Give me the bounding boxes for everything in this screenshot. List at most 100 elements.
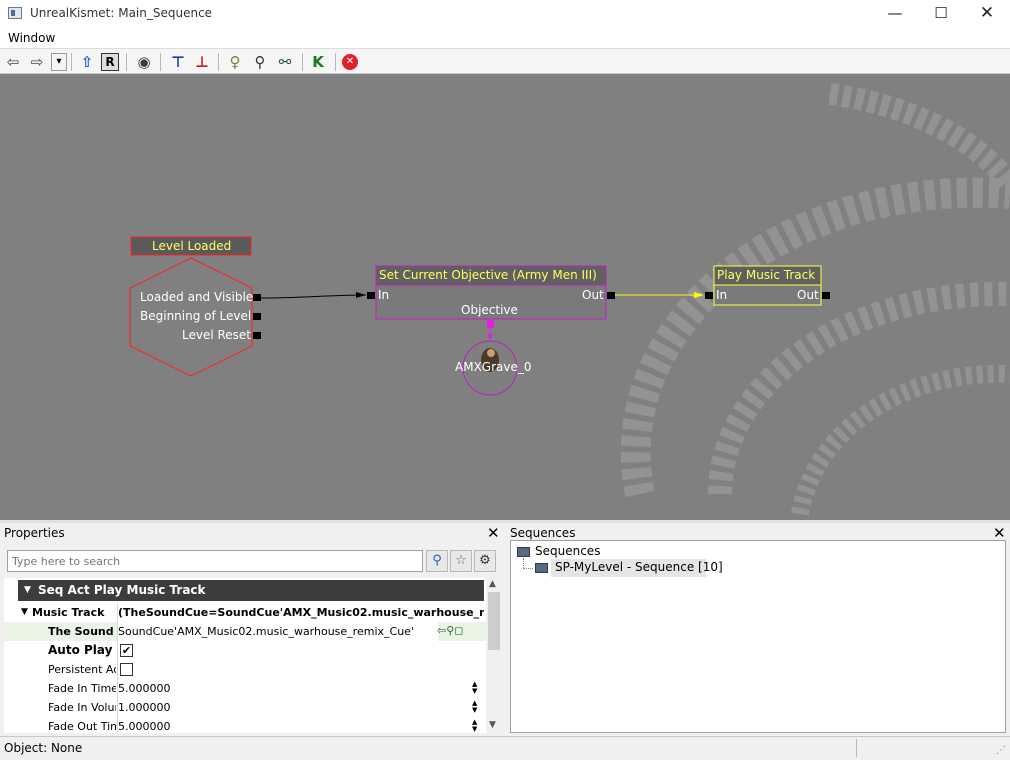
scroll-thumb[interactable] — [488, 592, 500, 650]
window-title: UnrealKismet: Main_Sequence — [30, 6, 213, 20]
actor-thumbnail-head — [487, 349, 495, 357]
toolbar-separator — [335, 53, 336, 71]
column-divider[interactable] — [117, 603, 118, 733]
stop-icon[interactable]: ✕ — [342, 54, 358, 70]
property-label: Persistent Acr — [48, 663, 116, 676]
property-value: (TheSoundCue=SoundCue'AMX_Music02.music_… — [118, 606, 484, 619]
sequence-icon — [535, 563, 548, 573]
status-divider — [856, 739, 857, 757]
toolbar-separator — [302, 53, 303, 71]
property-row[interactable]: Fade In Volum 1.000000 ▲▼ — [4, 698, 486, 717]
zoom-icon[interactable]: ⚲ — [250, 52, 270, 72]
event-title: Level Loaded — [152, 239, 232, 253]
output-connector[interactable] — [607, 292, 615, 299]
lightbulb-icon[interactable]: ♀ — [225, 52, 245, 72]
event-output-label: Loaded and Visible — [140, 290, 254, 304]
sequence-tree: Sequences SP-MyLevel - Sequence [10] — [510, 540, 1006, 733]
property-label: Fade In Time — [48, 682, 116, 695]
variable-connector[interactable] — [487, 320, 494, 328]
property-row[interactable]: Persistent Acr — [4, 660, 486, 679]
property-value[interactable]: 5.000000 — [118, 679, 484, 698]
objective-title: Set Current Objective (Army Men III) — [379, 268, 597, 282]
properties-panel: Properties ✕ ⚲ ☆ ⚙ ▼ Seq Act Play Music … — [0, 523, 505, 736]
expand-icon: ▼ — [21, 607, 28, 617]
close-button[interactable]: ✕ — [964, 0, 1010, 28]
output-connector[interactable] — [253, 332, 261, 339]
open-parent-icon[interactable]: ⇧ — [77, 52, 97, 72]
music-input-label: In — [716, 288, 728, 302]
properties-close-icon[interactable]: ✕ — [487, 524, 500, 542]
output-connector[interactable] — [253, 313, 261, 320]
maximize-button[interactable]: ☐ — [918, 0, 964, 28]
auto-play-checkbox[interactable]: ✔ — [120, 644, 133, 657]
options-button[interactable]: ⚙ — [474, 550, 496, 572]
refresh-icon[interactable]: R — [101, 53, 119, 71]
property-label: The Sound C — [48, 625, 116, 638]
collapse-icon: ▼ — [24, 585, 31, 595]
spinner-icon[interactable]: ▲ ▼ — [472, 719, 477, 733]
property-row[interactable]: Auto Play ✔ — [4, 641, 486, 660]
property-row[interactable]: ▼ Music Track (TheSoundCue=SoundCue'AMX_… — [4, 603, 486, 622]
property-row[interactable]: Fade In Time 5.000000 ▲ ▼ — [4, 679, 486, 698]
toolbar-separator — [71, 53, 72, 71]
toolbar-separator — [218, 53, 219, 71]
favorite-button[interactable]: ☆ — [450, 550, 472, 572]
menu-window[interactable]: Window — [8, 31, 55, 45]
event-output-label: Beginning of Level — [140, 309, 252, 323]
menu-bar: Window — [0, 28, 1010, 48]
status-text: Object: None — [4, 741, 83, 755]
find-button[interactable]: ⚲ — [426, 550, 448, 572]
property-value[interactable]: 1.000000 — [118, 698, 484, 717]
persistent-checkbox[interactable] — [120, 663, 133, 676]
tree-line — [523, 558, 525, 568]
status-bar: Object: None ⋰ — [0, 736, 1010, 760]
property-search-input[interactable] — [7, 550, 423, 572]
property-label: Fade Out Time — [48, 720, 116, 733]
history-dropdown-icon[interactable]: ▾ — [51, 53, 67, 71]
back-icon[interactable]: ⇦ — [3, 52, 23, 72]
input-connector[interactable] — [367, 292, 375, 299]
spinner-icon[interactable]: ▲ ▼ — [472, 681, 477, 695]
property-scrollbar[interactable]: ▲ ▼ — [486, 578, 502, 733]
toolbar-separator — [126, 53, 127, 71]
toolbar-separator — [160, 53, 161, 71]
objective-input-label: In — [378, 288, 390, 302]
folder-icon — [517, 547, 530, 557]
eye-icon[interactable]: ◉ — [134, 52, 154, 72]
spinner-icon[interactable]: ▲ ▼ — [472, 700, 477, 714]
tree-line — [523, 568, 533, 570]
sequences-header: Sequences — [510, 526, 576, 540]
output-connector[interactable] — [253, 294, 261, 301]
scroll-down-icon[interactable]: ▼ — [489, 720, 496, 730]
kismet-icon[interactable]: K — [308, 52, 328, 72]
toolbar: ⇦ ⇨ ▾ ⇧ R ◉ ⊤ ⊥ ♀ ⚲ ⚯ K ✕ — [0, 48, 1010, 74]
align-bottom-icon[interactable]: ⊥ — [192, 52, 212, 72]
output-connector[interactable] — [822, 292, 830, 299]
music-title: Play Music Track — [717, 268, 816, 282]
kismet-canvas[interactable]: Level Loaded Loaded and Visible Beginnin… — [0, 74, 1010, 520]
sequences-panel: Sequences ✕ Sequences SP-MyLevel - Seque… — [507, 523, 1010, 736]
event-output-label: Level Reset — [181, 328, 251, 342]
property-value[interactable]: 5.000000 — [118, 717, 484, 733]
minimize-button[interactable]: — — [872, 0, 918, 28]
scroll-up-icon[interactable]: ▲ — [489, 579, 496, 589]
property-value[interactable]: SoundCue'AMX_Music02.music_warhouse_remi… — [118, 622, 438, 641]
input-connector[interactable] — [705, 292, 713, 299]
app-icon — [8, 7, 22, 19]
property-label: Fade In Volum — [48, 701, 116, 714]
property-row[interactable]: Fade Out Time 5.000000 ▲▼ — [4, 717, 486, 734]
property-label: Auto Play — [48, 643, 113, 657]
tree-root-label[interactable]: Sequences — [535, 544, 600, 558]
link-icon[interactable]: ⚯ — [275, 52, 295, 72]
music-output-label: Out — [797, 288, 819, 302]
use-browse-icons[interactable]: ⇦⚲◻ — [437, 624, 463, 637]
align-top-icon[interactable]: ⊤ — [168, 52, 188, 72]
title-bar: UnrealKismet: Main_Sequence — ☐ ✕ — [0, 0, 1010, 28]
property-row[interactable]: The Sound C SoundCue'AMX_Music02.music_w… — [4, 622, 486, 641]
property-label: Music Track — [32, 606, 105, 619]
forward-icon[interactable]: ⇨ — [27, 52, 47, 72]
category-row[interactable]: ▼ Seq Act Play Music Track — [18, 580, 484, 601]
resize-grip-icon[interactable]: ⋰ — [996, 745, 1006, 756]
actor-variable-label: AMXGrave_0 — [455, 360, 532, 374]
tree-child-label[interactable]: SP-MyLevel - Sequence [10] — [555, 560, 723, 574]
